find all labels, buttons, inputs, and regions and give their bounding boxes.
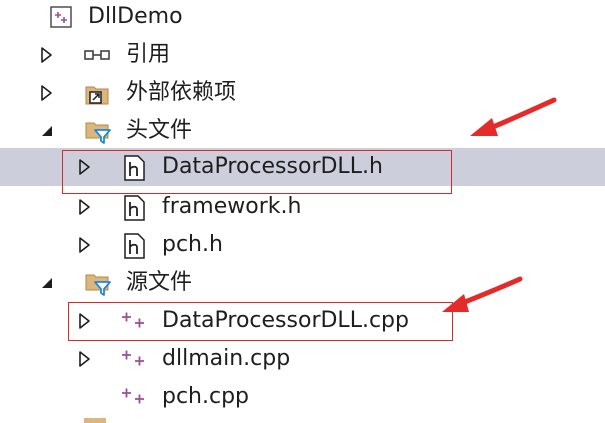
references-icon — [84, 43, 110, 67]
collapse-arrow-icon[interactable] — [40, 122, 54, 140]
file-label: framework.h — [162, 194, 302, 219]
tree-item-dataprocessordll-h[interactable]: DataProcessorDLL.h — [0, 148, 605, 186]
external-dependencies-label: 外部依赖项 — [126, 80, 237, 105]
tree-item-dataprocessordll-cpp[interactable]: DataProcessorDLL.cpp — [0, 302, 605, 340]
header-file-icon — [122, 195, 148, 221]
file-label: dllmain.cpp — [162, 346, 291, 371]
folder-icon — [84, 418, 106, 423]
tree-item-external-dependencies[interactable]: 外部依赖项 — [0, 74, 605, 112]
expand-arrow-icon[interactable] — [78, 236, 92, 254]
tree-item-pch-h[interactable]: pch.h — [0, 226, 605, 264]
expand-arrow-icon[interactable] — [78, 158, 92, 176]
filter-folder-icon — [84, 119, 111, 144]
collapse-arrow-icon[interactable] — [40, 274, 54, 292]
tree-item-project[interactable]: DllDemo — [0, 0, 605, 36]
cpp-file-icon — [120, 347, 146, 371]
tree-item-pch-cpp[interactable]: pch.cpp — [0, 378, 605, 416]
file-label: pch.h — [162, 232, 223, 257]
cpp-project-icon — [48, 5, 74, 29]
tree-item-source-files[interactable]: 源文件 — [0, 264, 605, 302]
header-file-icon — [122, 233, 148, 259]
cpp-file-icon — [120, 385, 146, 409]
source-files-label: 源文件 — [126, 270, 193, 295]
references-label: 引用 — [126, 42, 171, 67]
external-dependencies-icon — [84, 81, 110, 105]
tree-item-references[interactable]: 引用 — [0, 36, 605, 74]
file-label: DataProcessorDLL.cpp — [162, 308, 409, 333]
tree-item-dllmain-cpp[interactable]: dllmain.cpp — [0, 340, 605, 378]
expand-arrow-icon[interactable] — [78, 198, 92, 216]
expand-arrow-icon[interactable] — [40, 46, 54, 64]
header-files-label: 头文件 — [126, 118, 193, 143]
expand-arrow-icon[interactable] — [78, 312, 92, 330]
cpp-file-icon — [120, 309, 146, 333]
file-label: pch.cpp — [162, 384, 250, 409]
filter-folder-icon — [84, 271, 111, 296]
expand-arrow-icon[interactable] — [78, 350, 92, 368]
tree-item-header-files[interactable]: 头文件 — [0, 112, 605, 150]
tree-item-framework-h[interactable]: framework.h — [0, 188, 605, 226]
header-file-icon — [122, 155, 148, 181]
expand-arrow-icon[interactable] — [40, 84, 54, 102]
project-label: DllDemo — [88, 4, 183, 29]
file-label: DataProcessorDLL.h — [162, 154, 383, 179]
